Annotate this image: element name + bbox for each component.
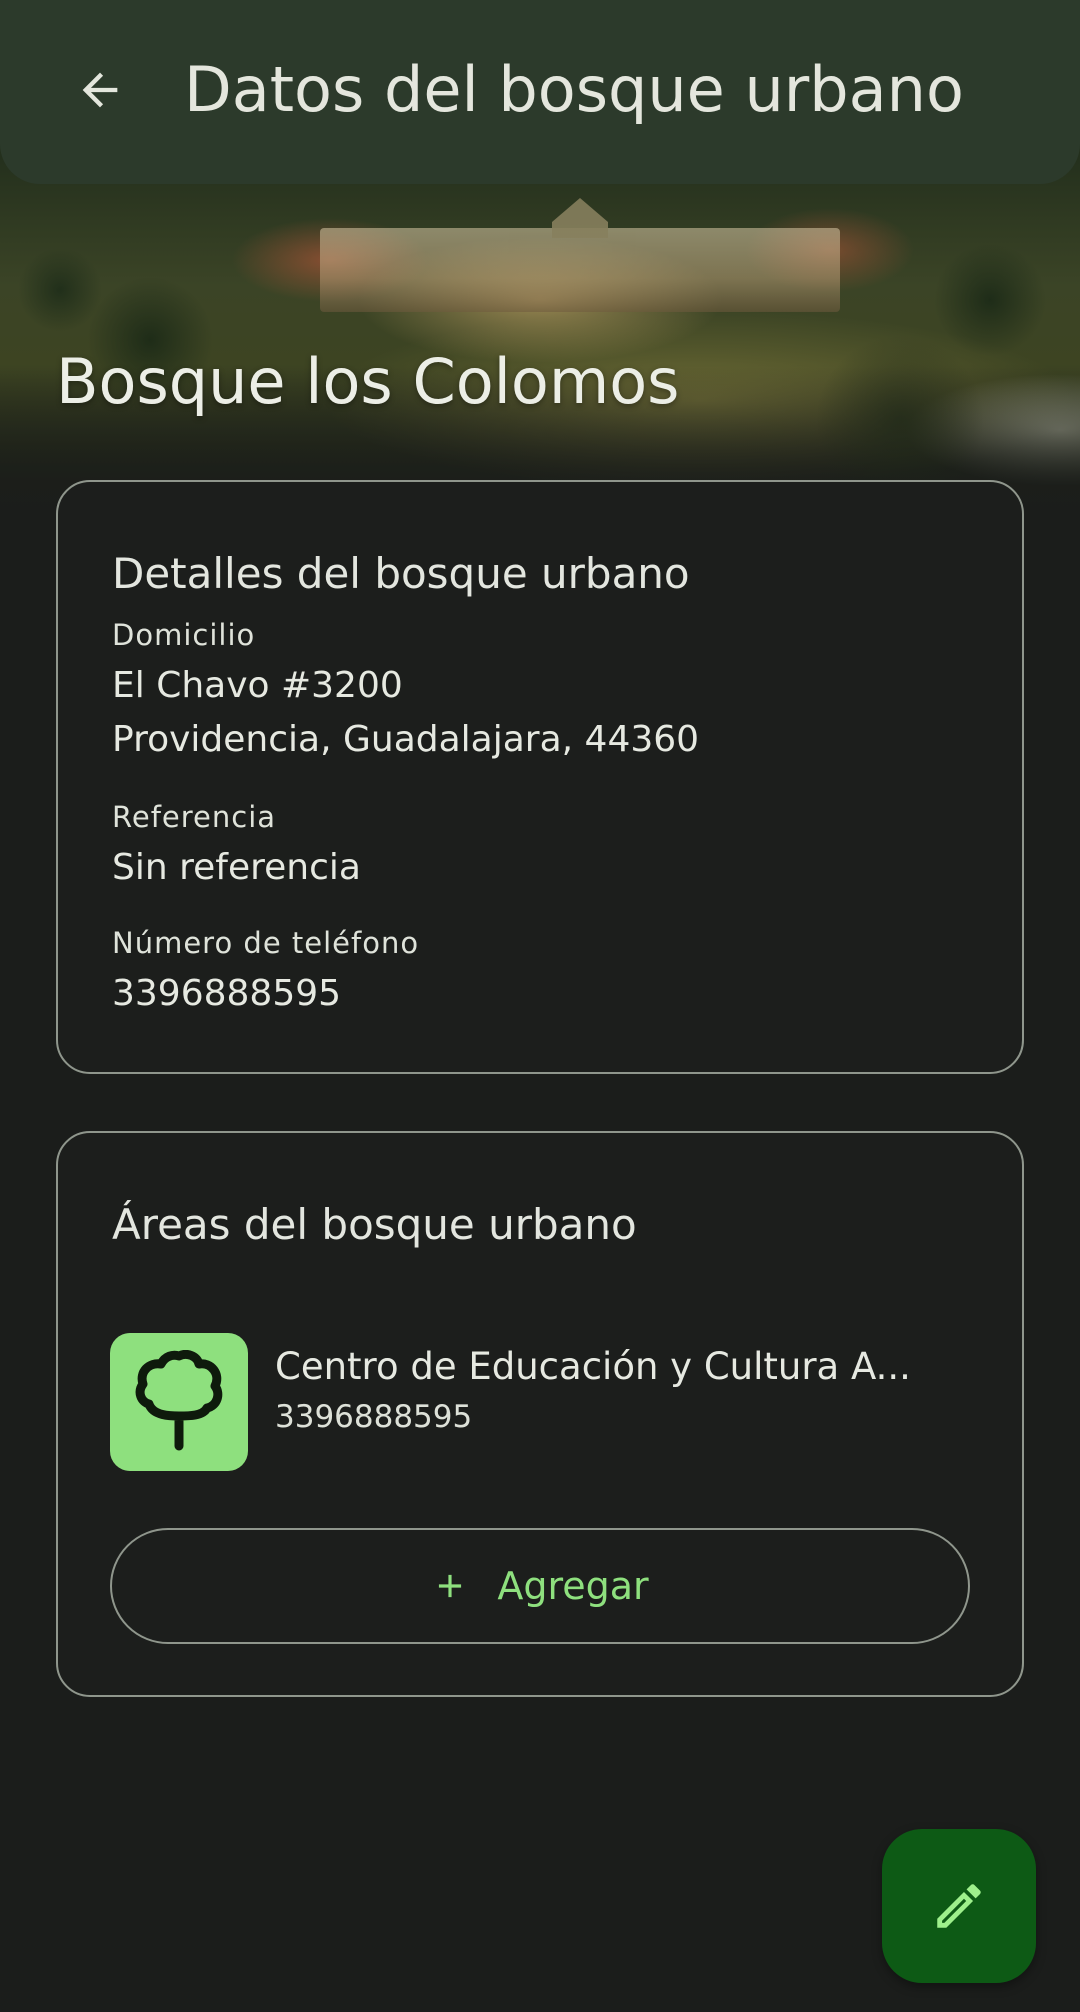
edit-fab-button[interactable]	[882, 1829, 1036, 1983]
phone-value: 3396888595	[112, 973, 342, 1014]
reference-label: Referencia	[112, 800, 277, 834]
details-card: Detalles del bosque urbano Domicilio El …	[56, 480, 1024, 1074]
tree-icon	[135, 1350, 223, 1451]
area-list-item[interactable]: Centro de Educación y Cultura A... 33968…	[110, 1333, 970, 1471]
area-name: Centro de Educación y Cultura A...	[275, 1345, 911, 1388]
plus-icon	[439, 1574, 462, 1598]
area-icon-container	[110, 1333, 248, 1471]
add-area-button[interactable]: Agregar	[110, 1528, 970, 1644]
arrow-back-icon	[82, 72, 118, 108]
page-title: Datos del bosque urbano	[184, 53, 964, 126]
add-button-label: Agregar	[497, 1564, 649, 1608]
top-app-bar: Datos del bosque urbano	[0, 0, 1080, 184]
address-line2: Providencia, Guadalajara, 44360	[112, 719, 700, 760]
details-card-title: Detalles del bosque urbano	[112, 549, 690, 598]
phone-label: Número de teléfono	[112, 926, 420, 960]
forest-name-heading: Bosque los Colomos	[56, 345, 680, 418]
reference-value: Sin referencia	[112, 847, 361, 888]
edit-pencil-icon	[937, 1884, 981, 1928]
area-phone: 3396888595	[275, 1399, 473, 1435]
areas-card: Áreas del bosque urbano Centro de Educac…	[56, 1131, 1024, 1697]
areas-card-title: Áreas del bosque urbano	[112, 1200, 637, 1249]
address-label: Domicilio	[112, 618, 256, 652]
back-button[interactable]	[68, 58, 132, 122]
address-line1: El Chavo #3200	[112, 665, 403, 706]
